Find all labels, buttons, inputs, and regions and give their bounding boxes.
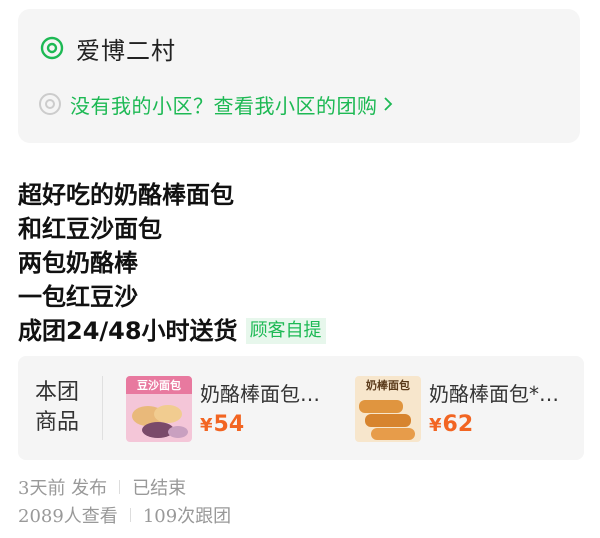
currency-symbol: ¥	[200, 415, 213, 436]
switch-community-text: 没有我的小区？查看我小区的团购	[70, 93, 378, 118]
follow-count: 109次跟团	[142, 506, 232, 527]
currency-symbol: ¥	[429, 415, 442, 436]
view-count: 2089人查看	[18, 506, 118, 527]
description-line: 超好吃的奶酪棒面包	[18, 181, 234, 209]
goods-label: 本团 商品	[35, 378, 85, 438]
thumb-text: 奶棒面包	[366, 378, 410, 392]
description-line: 一包红豆沙	[18, 283, 138, 311]
posted-time: 3天前 发布	[18, 478, 108, 499]
description-line: 两包奶酪棒	[18, 249, 138, 277]
product-thumbnail: 奶棒面包	[355, 376, 421, 442]
post-meta-row2: 2089人查看 109次跟团	[18, 502, 231, 528]
post-meta-row1: 3天前 发布 已结束	[18, 474, 186, 500]
product-name: 奶酪棒面包…	[200, 382, 320, 406]
description-line: 和红豆沙面包	[18, 215, 162, 243]
price-value: 54	[213, 412, 245, 437]
chevron-right-icon	[383, 97, 392, 111]
product-price: ¥54	[200, 412, 244, 437]
switch-community-link[interactable]: 没有我的小区？查看我小区的团购	[38, 89, 394, 119]
product-price: ¥62	[429, 412, 473, 437]
price-value: 62	[442, 412, 474, 437]
community-row: 爱博二村	[40, 33, 176, 65]
group-goods-card[interactable]: 本团 商品 豆沙面包 奶酪棒面包… ¥54 奶棒面包 奶酪棒面包*… ¥62	[18, 356, 584, 460]
post-status: 已结束	[132, 478, 187, 499]
product-thumbnail: 豆沙面包	[126, 376, 192, 442]
thumb-text: 豆沙面包	[137, 378, 181, 392]
pickup-badge: 顾客自提	[245, 318, 326, 344]
delivery-text: 成团24/48小时送货	[18, 317, 238, 345]
post-description: 超好吃的奶酪棒面包 和红豆沙面包 两包奶酪棒 一包红豆沙 成团24/48小时送货…	[18, 178, 578, 348]
product-name: 奶酪棒面包*…	[429, 382, 559, 406]
divider	[102, 376, 103, 440]
goods-label-line2: 商品	[35, 410, 80, 435]
description-line-delivery: 成团24/48小时送货 顾客自提	[18, 314, 578, 348]
goods-label-line1: 本团	[35, 380, 80, 405]
divider	[119, 480, 121, 494]
location-pin-outline-icon	[39, 93, 61, 115]
location-card: 爱博二村 没有我的小区？查看我小区的团购	[18, 9, 580, 143]
divider	[129, 508, 131, 522]
location-pin-icon	[40, 36, 64, 60]
community-name: 爱博二村	[76, 36, 176, 65]
